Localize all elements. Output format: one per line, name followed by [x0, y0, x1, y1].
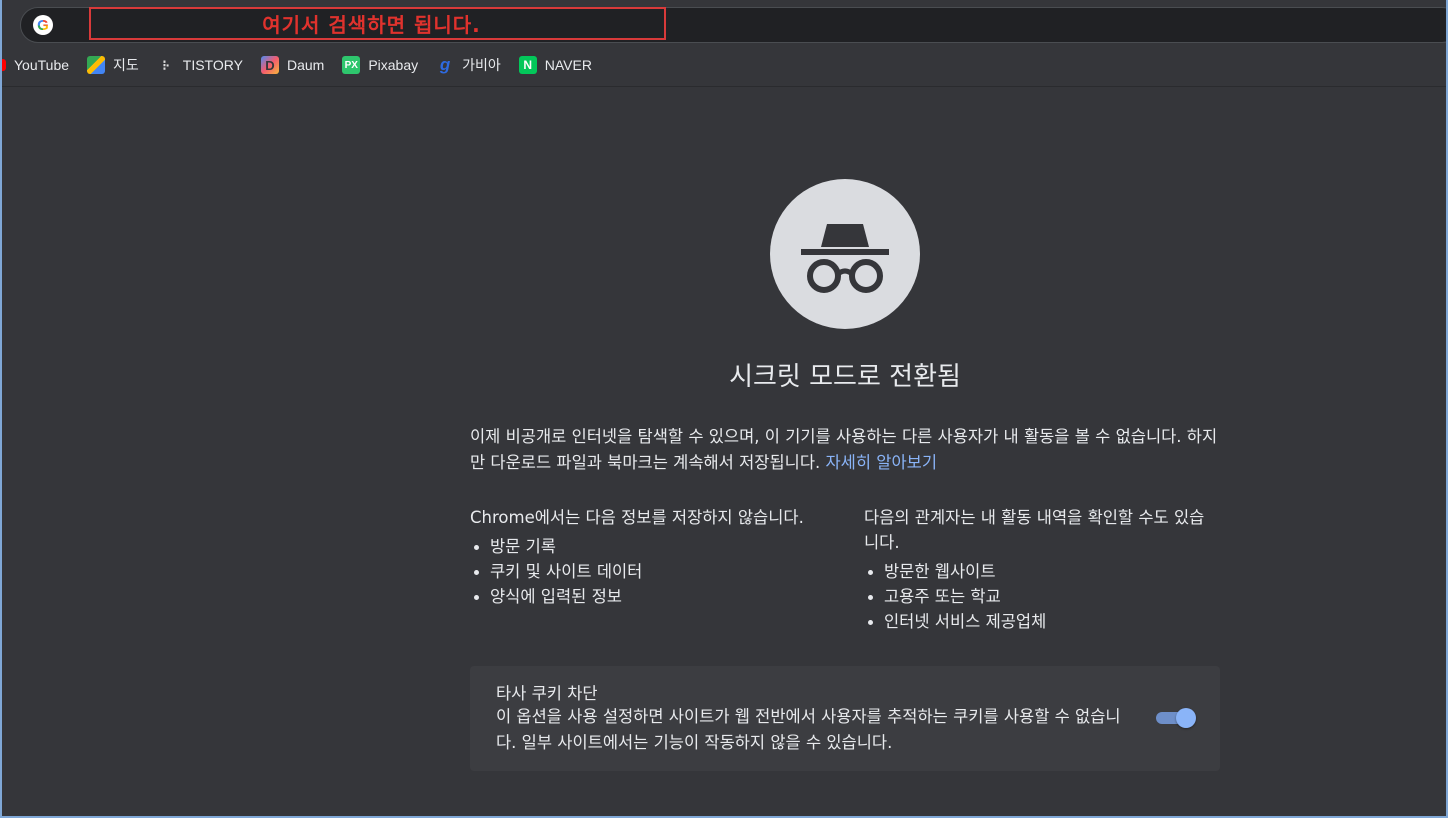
maps-icon [87, 56, 106, 74]
not-saved-section: Chrome에서는 다음 정보를 저장하지 않습니다. 방문 기록 쿠키 및 사… [470, 505, 820, 609]
annotation-box: 여기서 검색하면 됩니다. [89, 7, 666, 40]
bookmark-gabia[interactable]: g 가비아 [428, 51, 511, 79]
bookmark-label: TISTORY [182, 57, 243, 73]
learn-more-link[interactable]: 자세히 알아보기 [826, 453, 938, 472]
cookie-card-title: 타사 쿠키 차단 [496, 684, 598, 703]
bookmark-label: Pixabay [368, 57, 419, 73]
bookmarks-bar: YouTube 지도 ⁝· TISTORY D Daum PX Pixabay … [0, 50, 1448, 80]
visible-to-list: 방문한 웹사이트 고용주 또는 학교 인터넷 서비스 제공업체 [864, 559, 1214, 634]
bookmark-tistory[interactable]: ⁝· TISTORY [149, 51, 253, 79]
bookmark-label: 가비아 [462, 57, 501, 73]
list-item: 방문 기록 [470, 534, 820, 559]
visible-to-section: 다음의 관계자는 내 활동 내역을 확인할 수도 있습니다. 방문한 웹사이트 … [864, 505, 1214, 634]
bookmark-label: 지도 [113, 57, 139, 73]
bookmark-label: Daum [286, 57, 325, 73]
naver-icon: N [518, 56, 537, 74]
list-item: 양식에 입력된 정보 [470, 584, 820, 609]
list-item: 쿠키 및 사이트 데이터 [470, 559, 820, 584]
block-cookies-toggle[interactable] [1156, 708, 1196, 728]
visible-to-heading: 다음의 관계자는 내 활동 내역을 확인할 수도 있습니다. [864, 508, 1205, 552]
page-title: 시크릿 모드로 전환됨 [729, 362, 961, 392]
incognito-icon [770, 179, 920, 329]
toggle-knob [1176, 708, 1196, 728]
bookmark-youtube[interactable]: YouTube [0, 51, 79, 79]
youtube-icon [0, 59, 6, 71]
gabia-icon: g [439, 55, 451, 74]
daum-icon: D [260, 56, 279, 74]
not-saved-list: 방문 기록 쿠키 및 사이트 데이터 양식에 입력된 정보 [470, 534, 820, 609]
tistory-icon: ⁝· [162, 56, 170, 73]
bookmark-label: NAVER [544, 57, 592, 73]
cookie-card-description: 이 옵션을 사용 설정하면 사이트가 웹 전반에서 사용자를 추적하는 쿠키를 … [496, 707, 1121, 752]
annotation-text: 여기서 검색하면 됩니다. [262, 13, 481, 37]
third-party-cookie-card: 타사 쿠키 차단 이 옵션을 사용 설정하면 사이트가 웹 전반에서 사용자를 … [470, 666, 1220, 771]
list-item: 방문한 웹사이트 [864, 559, 1214, 584]
bookmark-pixabay[interactable]: PX Pixabay [334, 51, 428, 79]
bookmark-daum[interactable]: D Daum [253, 51, 334, 79]
list-item: 고용주 또는 학교 [864, 584, 1214, 609]
bookmark-naver[interactable]: N NAVER [511, 51, 602, 79]
toolbar-divider [0, 86, 1448, 87]
not-saved-heading: Chrome에서는 다음 정보를 저장하지 않습니다. [470, 508, 804, 527]
intro-text: 이제 비공개로 인터넷을 탐색할 수 있으며, 이 기기를 사용하는 다른 사용… [470, 424, 1220, 476]
list-item: 인터넷 서비스 제공업체 [864, 609, 1214, 634]
bookmark-label: YouTube [14, 57, 70, 73]
google-icon: G [33, 15, 53, 35]
top-strip: G 여기서 검색하면 됩니다. [0, 0, 1448, 46]
bookmark-maps[interactable]: 지도 [79, 51, 149, 79]
pixabay-icon: PX [342, 56, 361, 74]
